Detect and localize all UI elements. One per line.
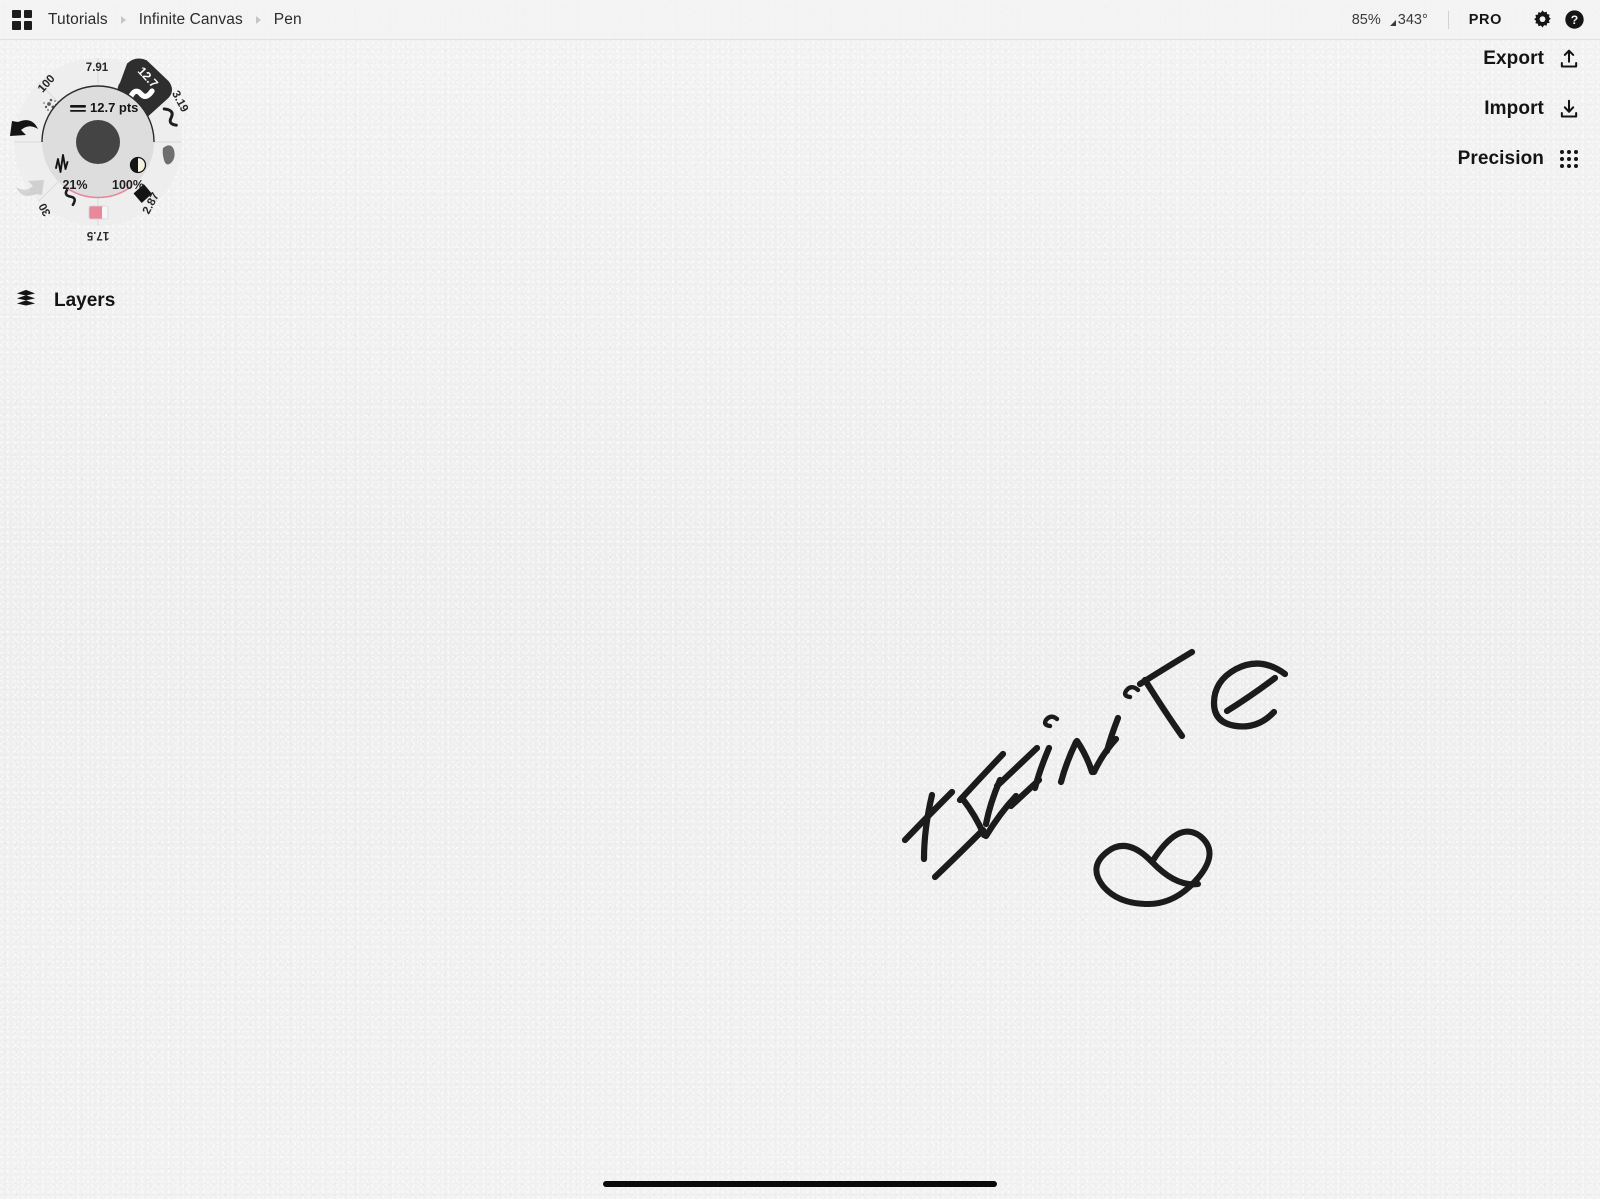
- dot: [1567, 164, 1571, 168]
- import-button[interactable]: Import: [1484, 98, 1580, 120]
- upload-icon: [1558, 48, 1580, 70]
- dot: [1574, 157, 1578, 161]
- zoom-rotation-readout[interactable]: 85% 343°: [1352, 12, 1428, 28]
- center-hub-button[interactable]: [76, 120, 120, 164]
- rotation-angle-icon: [1389, 19, 1396, 26]
- canvas-artwork: [901, 648, 1289, 907]
- redo-arrow-icon: [16, 180, 44, 196]
- app-root: Tutorials Infinite Canvas Pen 85% 343° P…: [0, 0, 1600, 1199]
- layers-label: Layers: [54, 289, 116, 311]
- dot: [1560, 150, 1564, 154]
- grid-cell: [12, 9, 21, 18]
- export-label: Export: [1483, 48, 1544, 69]
- rotation-group: 343°: [1389, 11, 1428, 28]
- dot: [1567, 157, 1571, 161]
- dot: [1560, 157, 1564, 161]
- wheel-segment-7-91-label: 7.91: [86, 62, 109, 74]
- toolbar-divider: [1447, 10, 1449, 29]
- jitter-value: 21%: [62, 178, 87, 192]
- layers-stack-icon: [14, 288, 38, 313]
- breadcrumb-item-pen[interactable]: Pen: [274, 11, 302, 29]
- app-grid-icon[interactable]: [12, 9, 32, 30]
- svg-text:?: ?: [1570, 13, 1577, 27]
- layers-button[interactable]: Layers: [14, 288, 115, 313]
- grid-cell: [23, 21, 32, 30]
- breadcrumb: Tutorials Infinite Canvas Pen: [48, 11, 302, 29]
- opacity-half-circle-icon: [129, 156, 147, 174]
- breadcrumb-item-infinite-canvas[interactable]: Infinite Canvas: [139, 11, 243, 29]
- download-icon: [1558, 98, 1580, 120]
- precision-button[interactable]: Precision: [1458, 148, 1580, 170]
- history-controls: [10, 120, 44, 196]
- grid-cell: [23, 9, 32, 18]
- dot-grid-icon: [1558, 148, 1580, 170]
- dot: [1560, 164, 1564, 168]
- toolbar-right-group: 85% 343° PRO ?: [1352, 8, 1586, 32]
- zoom-level-value: 85%: [1351, 11, 1381, 28]
- pen-stroke-icon: [127, 88, 155, 101]
- handwriting-infinity: [1093, 828, 1213, 907]
- top-toolbar: Tutorials Infinite Canvas Pen 85% 343° P…: [0, 0, 1600, 40]
- rotation-value: 343°: [1397, 11, 1428, 28]
- dot: [1574, 150, 1578, 154]
- import-label: Import: [1484, 98, 1544, 119]
- grid-cell: [12, 21, 21, 30]
- opacity-value: 100%: [112, 178, 144, 192]
- brush-size-value: 12.7 pts: [90, 100, 138, 115]
- dot: [1567, 150, 1571, 154]
- precision-label: Precision: [1457, 148, 1544, 169]
- dot: [1574, 164, 1578, 168]
- breadcrumb-chevron-icon: [255, 15, 261, 24]
- gear-icon[interactable]: [1530, 8, 1554, 32]
- export-button[interactable]: Export: [1483, 48, 1580, 70]
- breadcrumb-chevron-icon: [120, 15, 126, 24]
- radial-tool-wheel[interactable]: 100 7.91 12.7 3.19 2.87 17.5 30 12.7 pts…: [8, 42, 190, 242]
- color-swatch-icon: [88, 205, 109, 220]
- home-indicator-bar[interactable]: [603, 1181, 997, 1187]
- question-mark-icon[interactable]: ?: [1562, 8, 1586, 32]
- handwriting-infinite: [901, 648, 1289, 881]
- breadcrumb-item-tutorials[interactable]: Tutorials: [48, 11, 108, 29]
- action-stack: Export Import Precision: [1458, 48, 1580, 170]
- undo-arrow-icon[interactable]: [10, 120, 38, 136]
- wheel-segment-17-5-label: 17.5: [86, 229, 109, 241]
- pro-badge[interactable]: PRO: [1469, 12, 1502, 28]
